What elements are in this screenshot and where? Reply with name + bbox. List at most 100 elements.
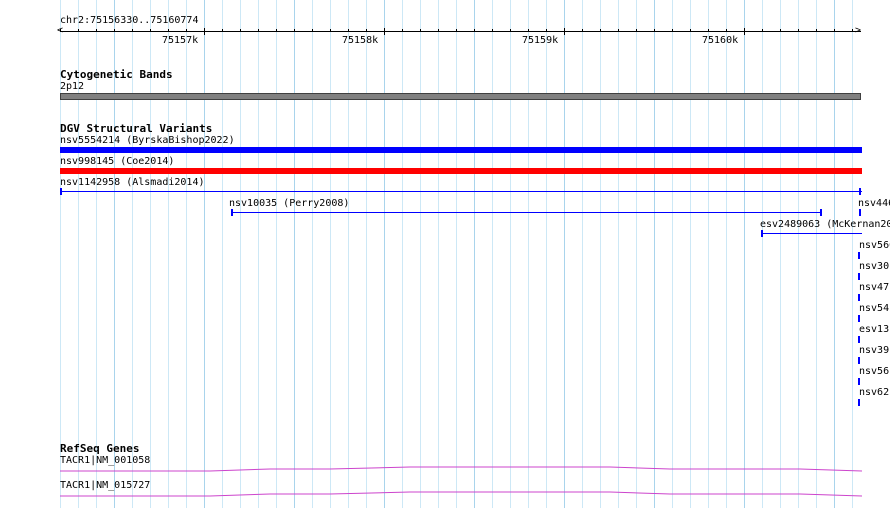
- variant-tick-esv13[interactable]: [858, 336, 860, 343]
- grid-line: [762, 0, 763, 508]
- genome-browser-view: chr2:75156330..75160774 < > 75157k 75158…: [0, 0, 890, 508]
- ruler-minor-tick: [672, 29, 673, 32]
- variant-bar-nsv5554214[interactable]: [60, 147, 862, 153]
- grid-line: [708, 0, 709, 508]
- variant-tick-nsv62[interactable]: [858, 399, 860, 406]
- variant-label-esv13: esv13: [859, 324, 890, 335]
- variant-line-nsv10035[interactable]: [231, 212, 822, 213]
- ruler-label-75159k: 75159k: [522, 35, 559, 46]
- cytoband-label: 2p12: [60, 81, 85, 92]
- grid-line: [222, 0, 223, 508]
- ruler-major-tick: [564, 28, 565, 35]
- ruler-right-arrow: >: [855, 25, 862, 36]
- variant-tick-nsv30[interactable]: [858, 273, 860, 280]
- ruler-minor-tick: [690, 29, 691, 32]
- variant-label-nsv5554214: nsv5554214 (ByrskaBishop2022): [60, 135, 235, 146]
- variant-tick-nsv56[interactable]: [858, 378, 860, 385]
- variant-tick-nsv39[interactable]: [858, 357, 860, 364]
- ruler-label-75160k: 75160k: [702, 35, 739, 46]
- variant-bar-nsv998145[interactable]: [60, 168, 862, 174]
- grid-line: [402, 0, 403, 508]
- grid-line: [456, 0, 457, 508]
- grid-line: [600, 0, 601, 508]
- ruler-minor-tick: [510, 29, 511, 32]
- grid-line: [366, 0, 367, 508]
- grid-line: [312, 0, 313, 508]
- grid-line: [186, 0, 187, 508]
- ruler-minor-tick: [330, 29, 331, 32]
- variant-tick-nsv560[interactable]: [858, 252, 860, 259]
- ruler-major-tick: [744, 28, 745, 35]
- grid-line: [492, 0, 493, 508]
- variant-label-nsv54: nsv54: [859, 303, 890, 314]
- grid-line: [744, 0, 745, 508]
- ruler-minor-tick: [474, 29, 475, 32]
- ruler-minor-tick: [348, 29, 349, 32]
- ruler-label-75158k: 75158k: [342, 35, 379, 46]
- grid-line: [546, 0, 547, 508]
- cytoband-track-title: Cytogenetic Bands: [60, 68, 173, 81]
- grid-line: [852, 0, 853, 508]
- variant-label-nsv47: nsv47: [859, 282, 890, 293]
- grid-line: [618, 0, 619, 508]
- dgv-track-title: DGV Structural Variants: [60, 122, 213, 135]
- ruler-minor-tick: [222, 29, 223, 32]
- ruler-minor-tick: [240, 29, 241, 32]
- grid-line: [384, 0, 385, 508]
- ruler-minor-tick: [294, 29, 295, 32]
- ruler-axis: [60, 31, 861, 32]
- ruler-minor-tick: [852, 29, 853, 32]
- variant-start-nsv10035: [231, 209, 233, 216]
- grid-line: [276, 0, 277, 508]
- ruler-minor-tick: [528, 29, 529, 32]
- variant-tick-nsv446[interactable]: [859, 209, 861, 216]
- grid-line: [834, 0, 835, 508]
- refseq-track-title: RefSeq Genes: [60, 442, 140, 455]
- ruler-minor-tick: [438, 29, 439, 32]
- grid-line: [258, 0, 259, 508]
- ruler-minor-tick: [456, 29, 457, 32]
- locus-label: chr2:75156330..75160774: [60, 15, 199, 26]
- grid-line: [564, 0, 565, 508]
- variant-label-esv2489063: esv2489063 (McKernan20: [760, 219, 890, 230]
- ruler-major-tick: [384, 28, 385, 35]
- gene-model-nm-001058[interactable]: [60, 465, 863, 473]
- ruler-minor-tick: [114, 29, 115, 32]
- variant-label-nsv998145: nsv998145 (Coe2014): [60, 156, 175, 167]
- variant-line-nsv1142958[interactable]: [60, 191, 862, 192]
- ruler-minor-tick: [834, 29, 835, 32]
- variant-label-nsv1142958: nsv1142958 (Alsmadi2014): [60, 177, 205, 188]
- variant-label-nsv62: nsv62: [859, 387, 890, 398]
- ruler-major-tick: [204, 28, 205, 35]
- ruler-minor-tick: [312, 29, 313, 32]
- grid-line: [672, 0, 673, 508]
- ruler-minor-tick: [492, 29, 493, 32]
- gene-model-nm-015727[interactable]: [60, 490, 863, 498]
- variant-end-nsv10035: [820, 209, 822, 216]
- cytoband-bar[interactable]: [60, 93, 861, 100]
- ruler-minor-tick: [726, 29, 727, 32]
- grid-line: [294, 0, 295, 508]
- ruler-minor-tick: [582, 29, 583, 32]
- ruler-minor-tick: [258, 29, 259, 32]
- grid-line: [798, 0, 799, 508]
- grid-line: [726, 0, 727, 508]
- ruler-minor-tick: [708, 29, 709, 32]
- variant-start-nsv1142958: [60, 188, 62, 195]
- ruler-label-75157k: 75157k: [162, 35, 199, 46]
- grid-line: [240, 0, 241, 508]
- variant-tick-nsv54[interactable]: [858, 315, 860, 322]
- variant-label-nsv10035: nsv10035 (Perry2008): [229, 198, 350, 209]
- ruler-minor-tick: [546, 29, 547, 32]
- grid-line: [780, 0, 781, 508]
- variant-start-esv2489063: [761, 230, 763, 237]
- variant-line-esv2489063[interactable]: [761, 233, 862, 234]
- grid-line: [510, 0, 511, 508]
- ruler-minor-tick: [618, 29, 619, 32]
- variant-tick-nsv47[interactable]: [858, 294, 860, 301]
- variant-label-nsv446: nsv446: [858, 198, 890, 209]
- ruler-minor-tick: [636, 29, 637, 32]
- ruler-minor-tick: [186, 29, 187, 32]
- grid-line: [330, 0, 331, 508]
- variant-label-nsv39: nsv39: [859, 345, 890, 356]
